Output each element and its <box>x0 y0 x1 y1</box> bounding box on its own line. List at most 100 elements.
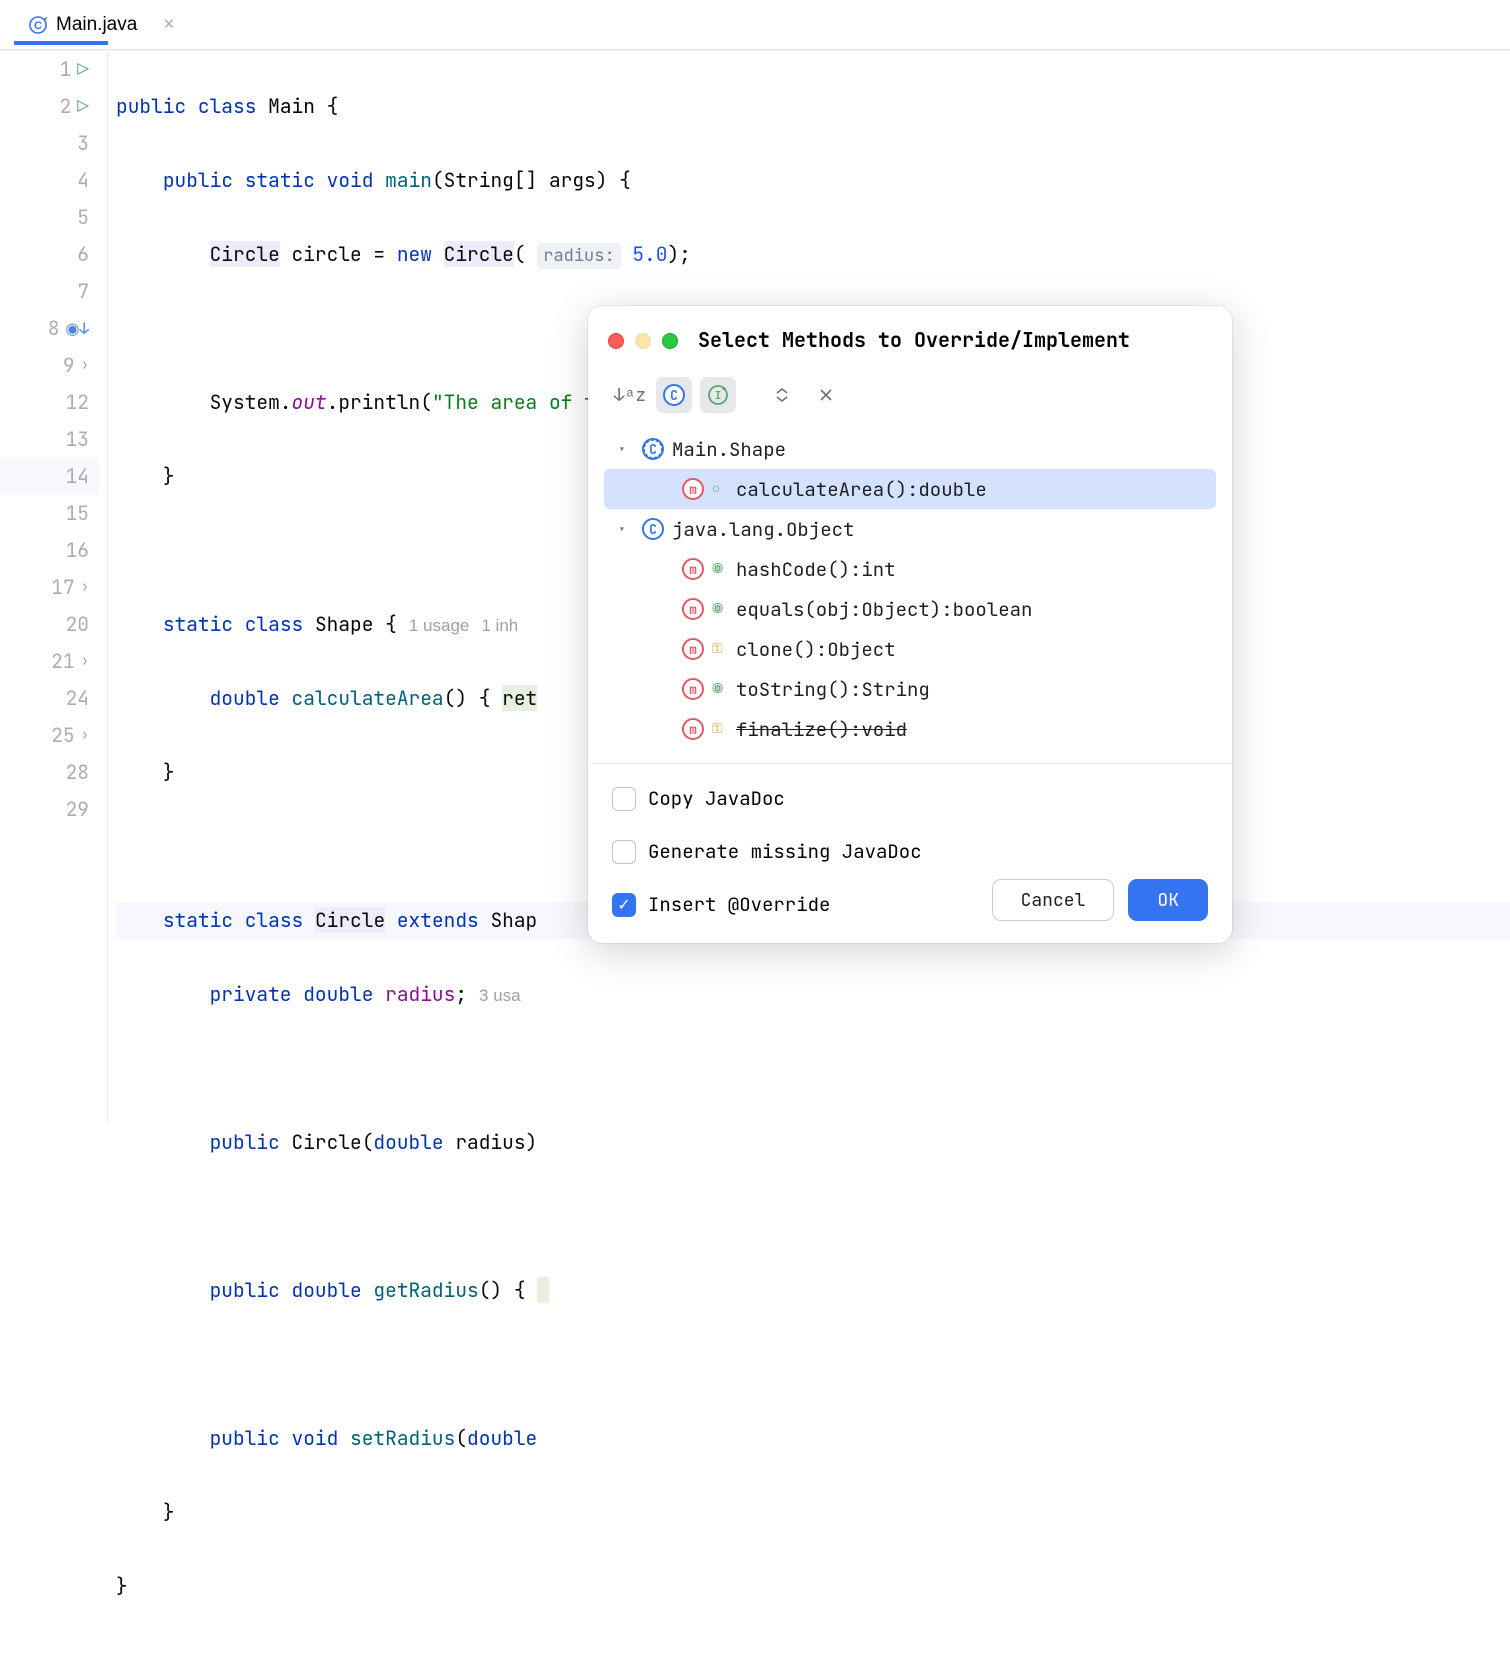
tree-item-hashcode[interactable]: m 🞋 hashCode():int <box>604 549 1216 589</box>
cancel-button[interactable]: Cancel <box>992 879 1115 921</box>
line-num: 14 <box>65 458 89 495</box>
collapse-icon <box>817 386 835 404</box>
expand-collapse-icon <box>773 386 791 404</box>
class-icon: C <box>663 384 685 406</box>
line-num: 13 <box>65 421 89 458</box>
gutter: 1▷ 2▷ 3 4 5 6 7 8◉↓ 9› 12 13 14 15 16 17… <box>0 51 108 1122</box>
tree-label: java.lang.Object <box>672 511 854 548</box>
tree-label: toString():String <box>736 671 930 708</box>
tree-label: hashCode():int <box>736 551 896 588</box>
checkbox-label: Copy JavaDoc <box>648 780 785 817</box>
method-icon: m <box>682 718 704 740</box>
tree-item-tostring[interactable]: m 🞋 toString():String <box>604 669 1216 709</box>
show-classes-button[interactable]: C <box>656 377 692 413</box>
method-icon: m <box>682 678 704 700</box>
tree-label: equals(obj:Object):boolean <box>736 591 1032 628</box>
line-num: 20 <box>65 606 89 643</box>
interface-up-icon: I <box>707 384 729 406</box>
line-num: 28 <box>65 754 89 791</box>
dialog-footer: Copy JavaDoc Generate missing JavaDoc ✓ … <box>588 763 1232 943</box>
run-icon[interactable]: ▷ <box>77 88 89 125</box>
code-editor[interactable]: 1▷ 2▷ 3 4 5 6 7 8◉↓ 9› 12 13 14 15 16 17… <box>0 50 1510 1122</box>
checkbox-copy-javadoc[interactable]: Copy JavaDoc <box>612 780 1208 817</box>
line-num: 21 <box>51 643 75 680</box>
tree-item-calculatearea[interactable]: m ○ calculateArea():double <box>604 469 1216 509</box>
line-num: 12 <box>65 384 89 421</box>
checkbox-icon[interactable] <box>612 840 636 864</box>
line-num: 15 <box>65 495 89 532</box>
class-icon: C <box>642 518 664 540</box>
expand-all-button[interactable] <box>764 377 800 413</box>
method-icon: m <box>682 558 704 580</box>
public-icon: 🞋 <box>712 551 728 588</box>
tab-active-indicator <box>14 41 108 45</box>
method-tree[interactable]: ▾ C Main.Shape m ○ calculateArea():doubl… <box>588 425 1232 763</box>
tree-group-shape[interactable]: ▾ C Main.Shape <box>604 429 1216 469</box>
tab-bar: C Main.java × <box>0 0 1510 50</box>
line-num: 1 <box>47 51 71 88</box>
tree-label: Main.Shape <box>672 431 786 468</box>
tree-item-equals[interactable]: m 🞋 equals(obj:Object):boolean <box>604 589 1216 629</box>
svg-text:C: C <box>34 20 42 32</box>
line-num: 9 <box>51 347 75 384</box>
run-icon[interactable]: ▷ <box>77 51 89 88</box>
inheritor-hint[interactable]: 1 inh <box>469 616 518 635</box>
class-reload-icon: C <box>28 15 48 35</box>
line-num: 29 <box>65 791 89 828</box>
tree-item-clone[interactable]: m ⚿ clone():Object <box>604 629 1216 669</box>
close-icon[interactable]: × <box>145 14 174 36</box>
checkbox-icon[interactable] <box>612 787 636 811</box>
line-num: 8 <box>35 310 59 347</box>
line-num: 7 <box>65 273 89 310</box>
show-interfaces-button[interactable]: I <box>700 377 736 413</box>
collapse-all-button[interactable] <box>808 377 844 413</box>
public-icon: 🞋 <box>712 671 728 708</box>
class-icon: C <box>642 438 664 460</box>
public-icon: 🞋 <box>712 591 728 628</box>
line-num: 17 <box>51 569 75 606</box>
override-dialog: Select Methods to Override/Implement ↓ᵃz… <box>588 306 1232 943</box>
tree-item-finalize[interactable]: m ⚿ finalize():void <box>604 709 1216 749</box>
fold-icon[interactable]: › <box>81 717 89 754</box>
line-num: 16 <box>65 532 89 569</box>
fold-icon[interactable]: › <box>81 347 89 384</box>
protected-icon: ⚿ <box>712 631 728 668</box>
checkbox-generate-javadoc[interactable]: Generate missing JavaDoc <box>612 833 1208 870</box>
usage-hint[interactable]: 1 usage <box>397 616 470 635</box>
method-icon: m <box>682 638 704 660</box>
checkbox-label: Generate missing JavaDoc <box>648 833 922 870</box>
tab-main-java[interactable]: C Main.java × <box>14 6 188 44</box>
chevron-down-icon[interactable]: ▾ <box>618 431 634 468</box>
maximize-window-icon[interactable] <box>662 333 678 349</box>
usage-hint[interactable]: 3 usa <box>467 986 521 1005</box>
tab-label: Main.java <box>56 14 137 36</box>
ok-button[interactable]: OK <box>1128 879 1208 921</box>
checkbox-label: Insert @Override <box>648 886 830 923</box>
dialog-toolbar: ↓ᵃz C I <box>588 369 1232 425</box>
window-controls <box>608 333 678 349</box>
svg-text:I: I <box>715 389 722 403</box>
close-window-icon[interactable] <box>608 333 624 349</box>
tree-label: clone():Object <box>736 631 896 668</box>
protected-icon: ⚿ <box>712 711 728 748</box>
tree-label: finalize():void <box>736 711 907 748</box>
line-num: 2 <box>47 88 71 125</box>
line-num: 5 <box>65 199 89 236</box>
dialog-titlebar[interactable]: Select Methods to Override/Implement <box>588 306 1232 369</box>
line-num: 4 <box>65 162 89 199</box>
checkbox-checked-icon[interactable]: ✓ <box>612 893 636 917</box>
chevron-down-icon[interactable]: ▾ <box>618 511 634 548</box>
minimize-window-icon <box>635 333 651 349</box>
line-num: 3 <box>65 125 89 162</box>
method-icon: m <box>682 598 704 620</box>
fold-icon[interactable]: › <box>81 643 89 680</box>
line-num: 25 <box>51 717 75 754</box>
package-private-icon: ○ <box>712 471 728 508</box>
sort-alpha-button[interactable]: ↓ᵃz <box>612 377 648 413</box>
overridden-icon[interactable]: ◉↓ <box>65 310 89 347</box>
fold-icon[interactable]: › <box>81 569 89 606</box>
dialog-title: Select Methods to Override/Implement <box>698 322 1130 359</box>
tree-label: calculateArea():double <box>736 471 987 508</box>
tree-group-object[interactable]: ▾ C java.lang.Object <box>604 509 1216 549</box>
line-num: 6 <box>65 236 89 273</box>
